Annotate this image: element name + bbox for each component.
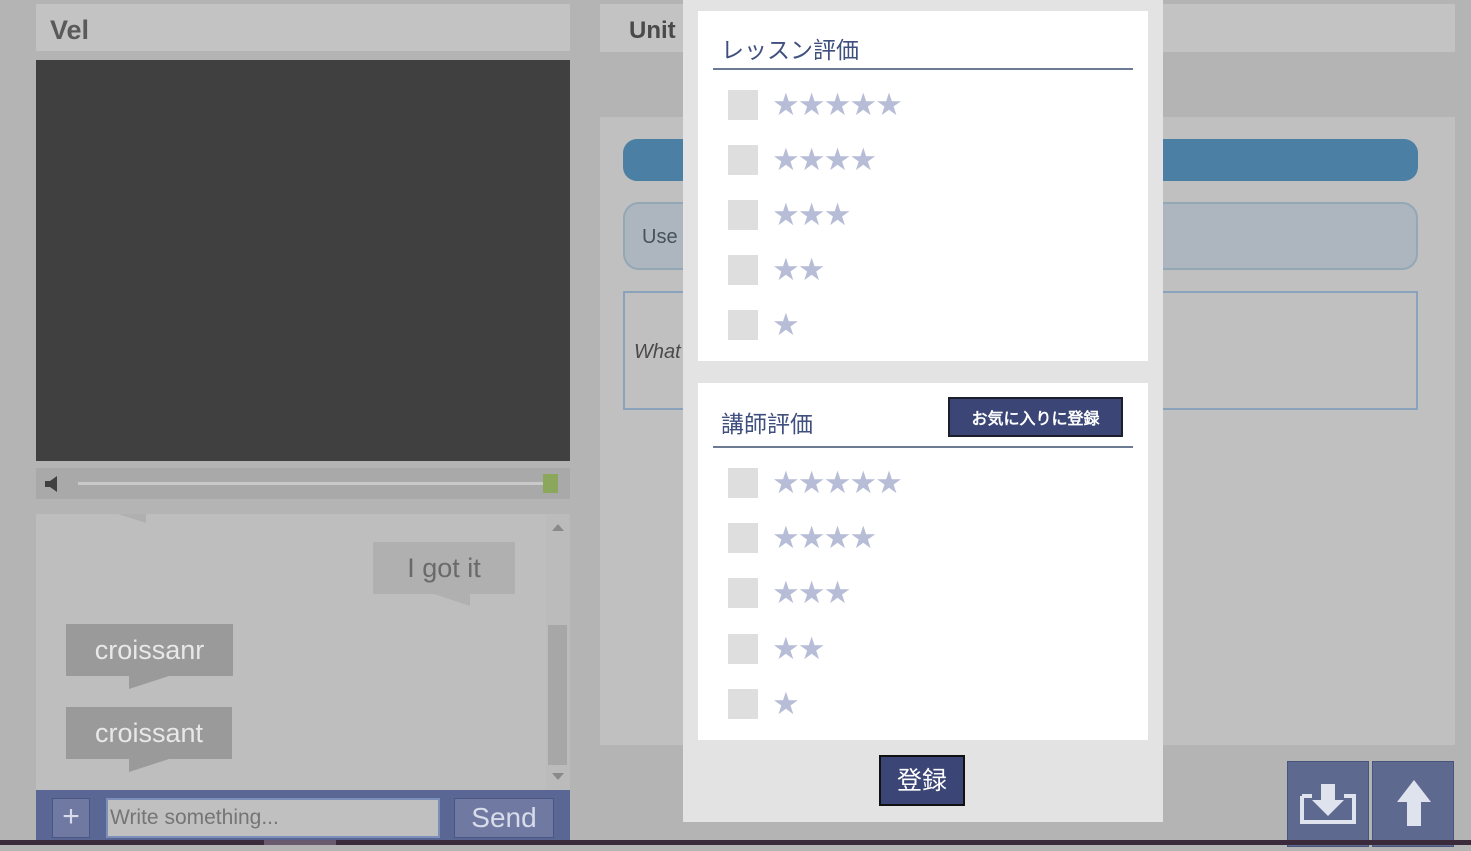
rating-checkbox[interactable]	[728, 578, 758, 608]
rating-checkbox[interactable]	[728, 310, 758, 340]
what-text: What	[634, 341, 681, 363]
divider	[713, 68, 1133, 70]
bubble-tail	[129, 676, 169, 689]
teacher-rating-card: 講師評価 お気に入りに登録 ★★★★★ ★★★★ ★★★ ★★ ★	[698, 383, 1148, 740]
download-button[interactable]	[1287, 761, 1369, 847]
rating-modal: レッスン評価 ★★★★★ ★★★★ ★★★ ★★ ★ 講師評価 お気に入りに登録	[683, 0, 1163, 822]
star-icon: ★★★	[772, 574, 851, 611]
add-favorite-button[interactable]: お気に入りに登録	[948, 397, 1123, 437]
arrow-up-icon	[1397, 780, 1431, 826]
star-icon: ★★★★	[772, 519, 877, 556]
left-panel-header: Vel	[36, 4, 570, 51]
video-area[interactable]	[36, 60, 570, 461]
lesson-rating-option[interactable]: ★★★★	[728, 141, 877, 178]
download-icon	[1300, 784, 1356, 824]
chat-message: I got it	[373, 542, 515, 594]
bubble-tail	[118, 514, 146, 523]
scroll-up-icon[interactable]	[552, 524, 564, 531]
scroll-top-button[interactable]	[1372, 761, 1454, 847]
star-icon: ★★★★★	[772, 86, 903, 123]
star-icon: ★★★★	[772, 141, 877, 178]
teacher-rating-option[interactable]: ★★	[728, 630, 826, 667]
chat-message: croissant	[66, 707, 232, 759]
divider	[713, 446, 1133, 448]
chat-message-text: croissant	[94, 717, 204, 748]
star-icon: ★★★	[772, 196, 851, 233]
chat-composer: + Send	[36, 790, 570, 845]
rating-checkbox[interactable]	[728, 468, 758, 498]
lesson-rating-option[interactable]: ★★★★★	[728, 86, 903, 123]
taskbar-highlight	[264, 840, 336, 845]
send-button[interactable]: Send	[454, 798, 554, 838]
chat-log[interactable]: I got it croissanr croissant	[36, 514, 570, 790]
teacher-rating-option[interactable]: ★★★★	[728, 519, 877, 556]
chat-message-text: I got it	[407, 552, 481, 583]
lesson-rating-title: レッスン評価	[721, 38, 859, 64]
volume-bar	[36, 468, 570, 499]
teacher-rating-option[interactable]: ★	[728, 685, 800, 722]
chat-message: croissanr	[66, 624, 233, 676]
use-text: Use	[642, 226, 678, 248]
scroll-down-icon[interactable]	[552, 773, 564, 780]
rating-checkbox[interactable]	[728, 145, 758, 175]
lesson-rating-option[interactable]: ★★★	[728, 196, 851, 233]
teacher-rating-option[interactable]: ★★★	[728, 574, 851, 611]
bubble-tail	[434, 594, 470, 606]
star-icon: ★	[772, 685, 800, 722]
chat-message-text: croissanr	[94, 634, 205, 665]
attach-button[interactable]: +	[52, 798, 90, 838]
taskbar-strip	[0, 840, 1471, 845]
volume-slider-thumb[interactable]	[543, 474, 558, 493]
star-icon: ★★	[772, 630, 826, 667]
speaker-icon[interactable]	[44, 475, 62, 493]
star-icon: ★★	[772, 251, 826, 288]
volume-slider-track[interactable]	[78, 482, 544, 485]
unit-title: Unit	[629, 17, 676, 44]
rating-checkbox[interactable]	[728, 255, 758, 285]
rating-checkbox[interactable]	[728, 634, 758, 664]
star-icon: ★★★★★	[772, 464, 903, 501]
rating-checkbox[interactable]	[728, 90, 758, 120]
lesson-rating-option[interactable]: ★★	[728, 251, 826, 288]
bubble-tail	[129, 759, 169, 772]
teacher-rating-title: 講師評価	[721, 412, 813, 438]
rating-checkbox[interactable]	[728, 689, 758, 719]
submit-rating-button[interactable]: 登録	[879, 755, 965, 806]
star-icon: ★	[772, 306, 800, 343]
rating-checkbox[interactable]	[728, 523, 758, 553]
lesson-rating-card: レッスン評価 ★★★★★ ★★★★ ★★★ ★★ ★	[698, 11, 1148, 361]
left-panel-title: Vel	[50, 15, 90, 45]
teacher-rating-option[interactable]: ★★★★★	[728, 464, 903, 501]
message-input[interactable]	[106, 798, 440, 838]
chat-scrollbar-thumb[interactable]	[548, 625, 567, 765]
lesson-rating-option[interactable]: ★	[728, 306, 800, 343]
rating-checkbox[interactable]	[728, 200, 758, 230]
